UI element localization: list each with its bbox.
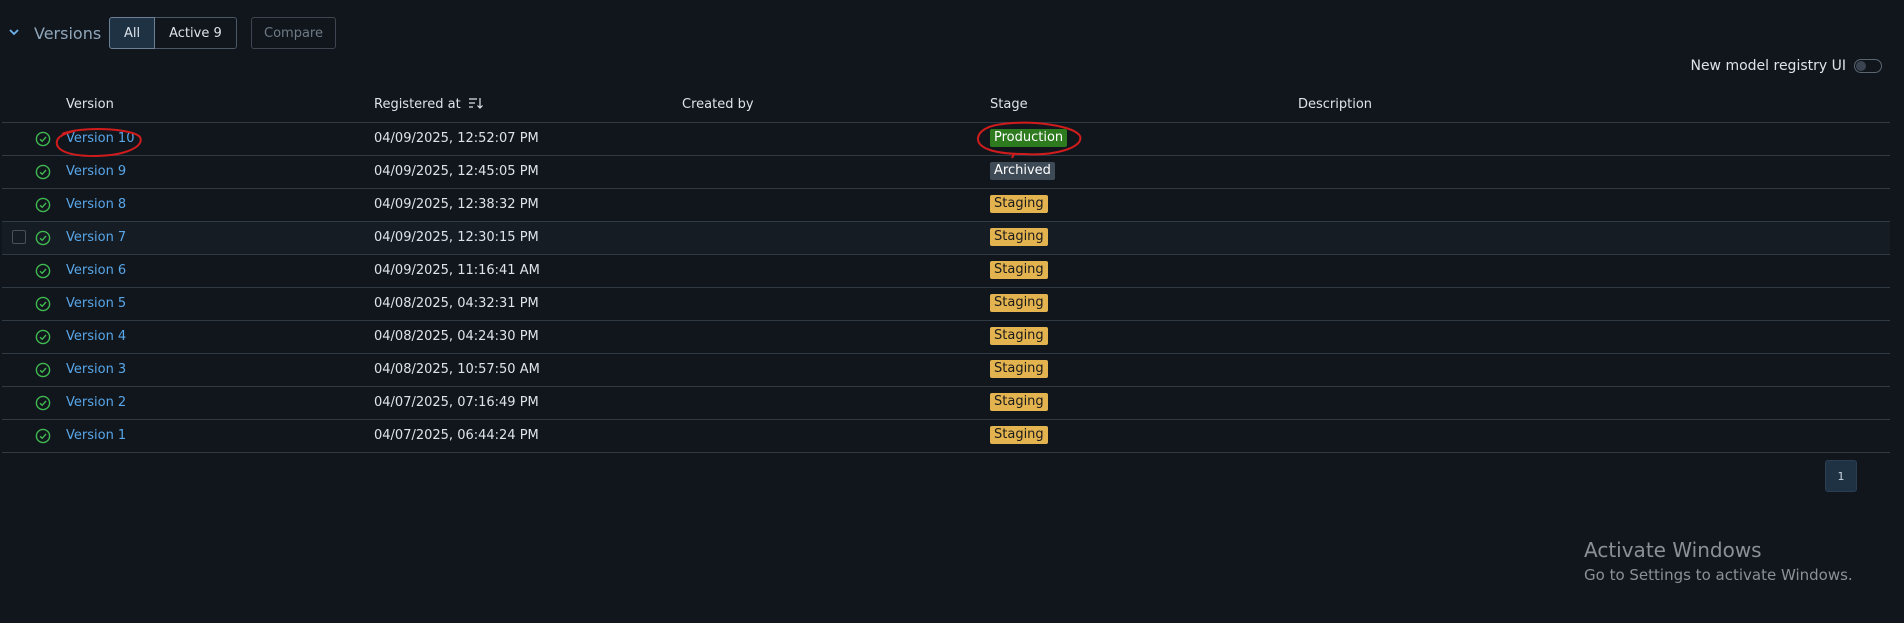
table-row: Version 6 04/09/2025, 11:16:41 AM Staging bbox=[2, 255, 1890, 288]
column-description: Description bbox=[1298, 97, 1373, 112]
table-row: Version 9 04/09/2025, 12:45:05 PM Archived bbox=[2, 156, 1890, 189]
version-link[interactable]: Version 7 bbox=[66, 230, 126, 245]
table-row: Version 7 04/09/2025, 12:30:15 PM Staging bbox=[2, 222, 1890, 255]
version-link[interactable]: Version 8 bbox=[66, 197, 126, 212]
registered-at-value: 04/09/2025, 12:38:32 PM bbox=[374, 197, 539, 212]
registered-at-value: 04/09/2025, 11:16:41 AM bbox=[374, 263, 540, 278]
stage-badge: Staging bbox=[990, 228, 1048, 246]
version-link[interactable]: Version 1 bbox=[66, 428, 126, 443]
stage-badge: Production bbox=[990, 129, 1068, 147]
new-ui-toggle-label: New model registry UI bbox=[1690, 58, 1846, 74]
version-link[interactable]: Version 2 bbox=[66, 395, 126, 410]
version-link[interactable]: Version 3 bbox=[66, 362, 126, 377]
check-circle-icon bbox=[35, 296, 51, 312]
sort-descending-icon[interactable] bbox=[468, 97, 484, 109]
new-ui-toggle-group: New model registry UI bbox=[1690, 58, 1882, 74]
check-circle-icon bbox=[35, 395, 51, 411]
column-registered-at-label: Registered at bbox=[374, 97, 461, 112]
version-link[interactable]: Version 4 bbox=[66, 329, 126, 344]
check-circle-icon bbox=[35, 164, 51, 180]
registered-at-value: 04/07/2025, 06:44:24 PM bbox=[374, 428, 539, 443]
check-circle-icon bbox=[35, 428, 51, 444]
row-checkbox[interactable] bbox=[12, 230, 26, 244]
table-row: Version 1 04/07/2025, 06:44:24 PM Staging bbox=[2, 420, 1890, 453]
check-circle-icon bbox=[35, 197, 51, 213]
versions-table: Version Registered at Created by Stage D… bbox=[2, 88, 1890, 453]
table-row: Version 2 04/07/2025, 07:16:49 PM Staging bbox=[2, 387, 1890, 420]
stage-badge: Staging bbox=[990, 426, 1048, 444]
stage-badge: Archived bbox=[990, 162, 1055, 180]
registered-at-value: 04/09/2025, 12:45:05 PM bbox=[374, 164, 539, 179]
version-link[interactable]: Version 9 bbox=[66, 164, 126, 179]
windows-activation-watermark: Activate Windows Go to Settings to activ… bbox=[1584, 538, 1853, 584]
registered-at-value: 04/08/2025, 10:57:50 AM bbox=[374, 362, 540, 377]
table-row: Version 8 04/09/2025, 12:38:32 PM Staging bbox=[2, 189, 1890, 222]
stage-badge: Staging bbox=[990, 195, 1048, 213]
version-link[interactable]: Version 6 bbox=[66, 263, 126, 278]
column-created-by: Created by bbox=[682, 97, 754, 112]
stage-badge: Staging bbox=[990, 294, 1048, 312]
watermark-subtitle: Go to Settings to activate Windows. bbox=[1584, 566, 1853, 584]
versions-header: Versions All Active 9 Compare bbox=[0, 16, 1904, 50]
chevron-down-icon[interactable] bbox=[7, 25, 21, 39]
stage-badge: Staging bbox=[990, 261, 1048, 279]
table-row: Version 5 04/08/2025, 04:32:31 PM Staging bbox=[2, 288, 1890, 321]
version-link[interactable]: Version 5 bbox=[66, 296, 126, 311]
stage-badge: Staging bbox=[990, 360, 1048, 378]
table-row: Version 10 04/09/2025, 12:52:07 PM Product… bbox=[2, 123, 1890, 156]
check-circle-icon bbox=[35, 230, 51, 246]
registered-at-value: 04/09/2025, 12:30:15 PM bbox=[374, 230, 539, 245]
table-row: Version 3 04/08/2025, 10:57:50 AM Staging bbox=[2, 354, 1890, 387]
stage-badge: Staging bbox=[990, 327, 1048, 345]
registered-at-value: 04/07/2025, 07:16:49 PM bbox=[374, 395, 539, 410]
registered-at-value: 04/08/2025, 04:24:30 PM bbox=[374, 329, 539, 344]
versions-title: Versions bbox=[34, 24, 102, 43]
table-row: Version 4 04/08/2025, 04:24:30 PM Staging bbox=[2, 321, 1890, 354]
watermark-title: Activate Windows bbox=[1584, 538, 1762, 562]
toggle-knob bbox=[1856, 61, 1866, 71]
column-stage: Stage bbox=[990, 97, 1028, 112]
pagination-page[interactable]: 1 bbox=[1825, 460, 1857, 492]
filter-active-button[interactable]: Active 9 bbox=[155, 17, 237, 49]
check-circle-icon bbox=[35, 329, 51, 345]
table-body: Version 10 04/09/2025, 12:52:07 PM Product… bbox=[2, 123, 1890, 453]
registered-at-value: 04/09/2025, 12:52:07 PM bbox=[374, 131, 539, 146]
check-circle-icon bbox=[35, 362, 51, 378]
filter-all-button[interactable]: All bbox=[109, 17, 156, 49]
compare-button[interactable]: Compare bbox=[251, 17, 336, 49]
stage-badge: Staging bbox=[990, 393, 1048, 411]
table-header: Version Registered at Created by Stage D… bbox=[2, 88, 1890, 123]
column-version: Version bbox=[66, 97, 114, 112]
check-circle-icon bbox=[35, 131, 51, 147]
version-link[interactable]: Version 10 bbox=[66, 131, 134, 146]
registered-at-value: 04/08/2025, 04:32:31 PM bbox=[374, 296, 539, 311]
version-filter: All Active 9 bbox=[109, 17, 237, 49]
check-circle-icon bbox=[35, 263, 51, 279]
column-registered-at[interactable]: Registered at bbox=[374, 97, 484, 112]
new-ui-toggle[interactable] bbox=[1854, 59, 1882, 73]
